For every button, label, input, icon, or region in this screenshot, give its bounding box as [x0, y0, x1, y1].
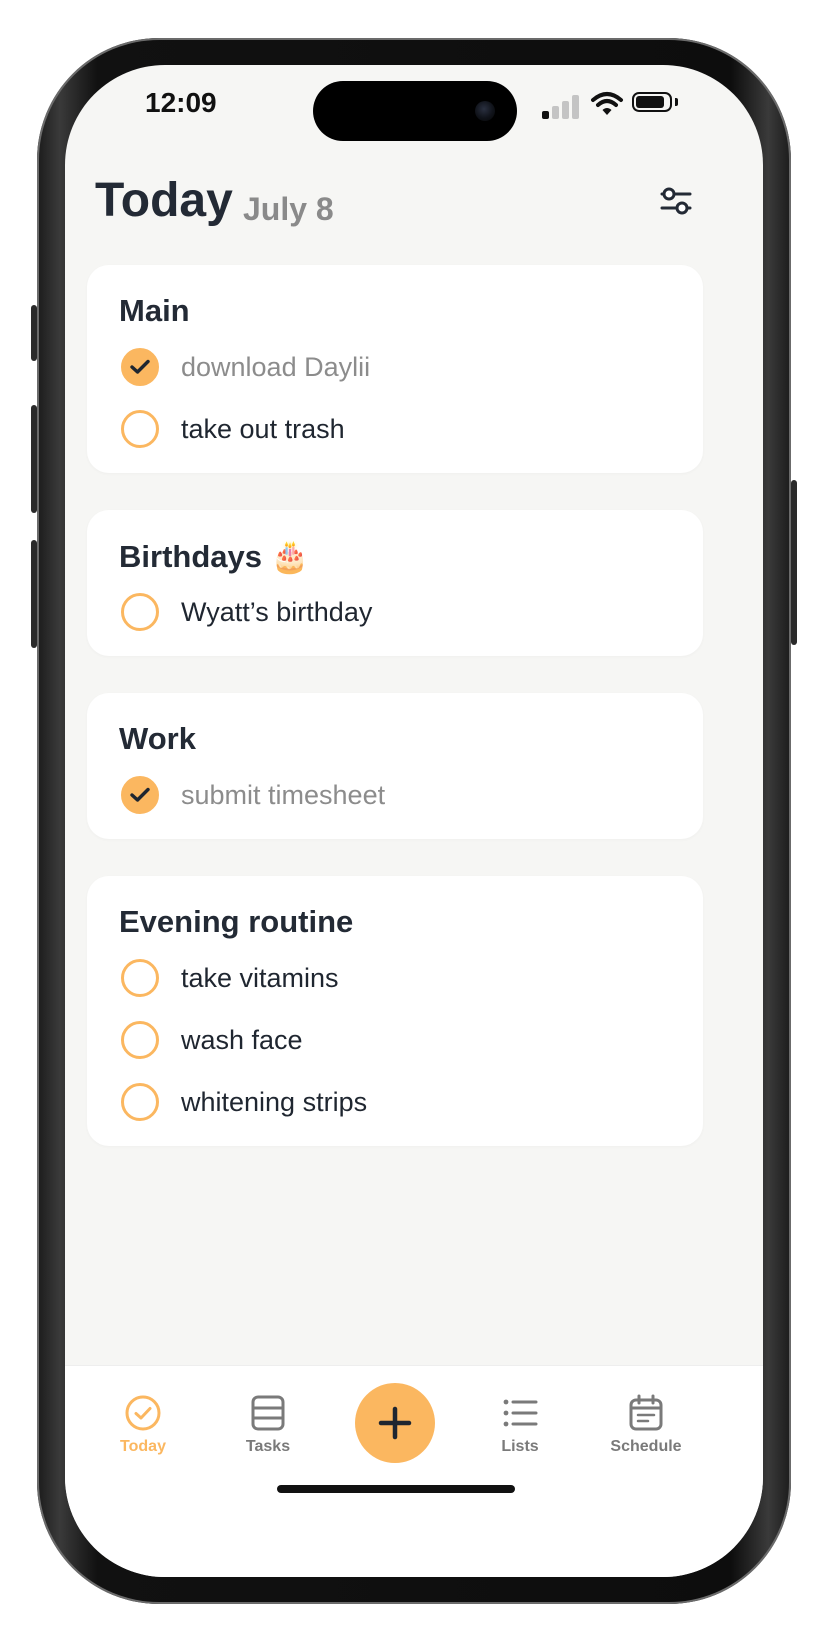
- action-button: [31, 305, 37, 361]
- tab-label: Tasks: [245, 1438, 291, 1455]
- tab-label: Lists: [501, 1438, 539, 1455]
- tab-label: Today: [120, 1438, 166, 1455]
- task-label: wash face: [181, 1024, 303, 1055]
- filter-settings-icon[interactable]: [659, 184, 693, 218]
- task-label: download Daylii: [181, 351, 371, 382]
- tab-tasks[interactable]: Tasks: [218, 1394, 318, 1456]
- task-label: Wyatt’s birthday: [181, 596, 373, 627]
- home-indicator[interactable]: [277, 1485, 515, 1493]
- card-work: Work submit timesheet: [87, 693, 703, 839]
- page-title: Today: [95, 174, 233, 227]
- task-label: whitening strips: [181, 1086, 368, 1117]
- card-title: Evening routine: [119, 904, 354, 939]
- task-item[interactable]: take vitamins: [121, 956, 339, 1000]
- status-time: 12:09: [145, 87, 217, 118]
- power-button: [791, 480, 797, 645]
- checkbox-unchecked[interactable]: [121, 959, 159, 997]
- battery-icon: [632, 92, 672, 112]
- tab-label: Schedule: [610, 1438, 682, 1455]
- checkbox-unchecked[interactable]: [121, 1083, 159, 1121]
- card-main: Main download Daylii take out trash: [87, 265, 703, 473]
- checkbox-checked[interactable]: [121, 348, 159, 386]
- checkbox-unchecked[interactable]: [121, 593, 159, 631]
- task-item[interactable]: whitening strips: [121, 1080, 367, 1124]
- wifi-icon: [591, 92, 623, 115]
- battery-tip: [675, 98, 678, 106]
- page-date: July 8: [243, 191, 334, 227]
- list-icon: [503, 1399, 538, 1427]
- card-evening-routine: Evening routine take vitamins wash face …: [87, 876, 703, 1146]
- calendar-icon: [629, 1394, 663, 1431]
- task-label: take vitamins: [181, 962, 339, 993]
- plus-icon: [378, 1406, 412, 1440]
- volume-down-button: [31, 540, 37, 648]
- check-circle-icon: [125, 1395, 161, 1431]
- app-screen: 12:09 Today July 8 Main download Daylii …: [65, 65, 763, 1577]
- tasks-icon: [251, 1395, 285, 1431]
- volume-up-button: [31, 405, 37, 513]
- card-title: Birthdays 🎂: [119, 539, 310, 574]
- checkmark-icon: [130, 787, 150, 802]
- card-title: Work: [119, 721, 196, 756]
- task-item[interactable]: take out trash: [121, 407, 345, 451]
- task-label: take out trash: [181, 413, 345, 444]
- add-task-button[interactable]: [355, 1383, 435, 1463]
- card-birthdays: Birthdays 🎂 Wyatt’s birthday: [87, 510, 703, 656]
- task-item[interactable]: download Daylii: [121, 345, 370, 389]
- tab-today[interactable]: Today: [93, 1394, 193, 1456]
- camera-icon: [475, 101, 495, 121]
- checkmark-icon: [130, 359, 150, 374]
- task-item[interactable]: submit timesheet: [121, 773, 385, 817]
- tab-bar: Today Tasks Lists Schedule: [65, 1365, 763, 1577]
- task-label: submit timesheet: [181, 779, 386, 810]
- card-title: Main: [119, 293, 190, 328]
- checkbox-unchecked[interactable]: [121, 410, 159, 448]
- checkbox-unchecked[interactable]: [121, 1021, 159, 1059]
- tab-lists[interactable]: Lists: [470, 1394, 570, 1456]
- tab-schedule[interactable]: Schedule: [596, 1394, 696, 1456]
- task-item[interactable]: Wyatt’s birthday: [121, 590, 372, 634]
- dynamic-island: [313, 81, 517, 141]
- checkbox-checked[interactable]: [121, 776, 159, 814]
- cellular-signal-icon: [542, 93, 586, 119]
- task-item[interactable]: wash face: [121, 1018, 303, 1062]
